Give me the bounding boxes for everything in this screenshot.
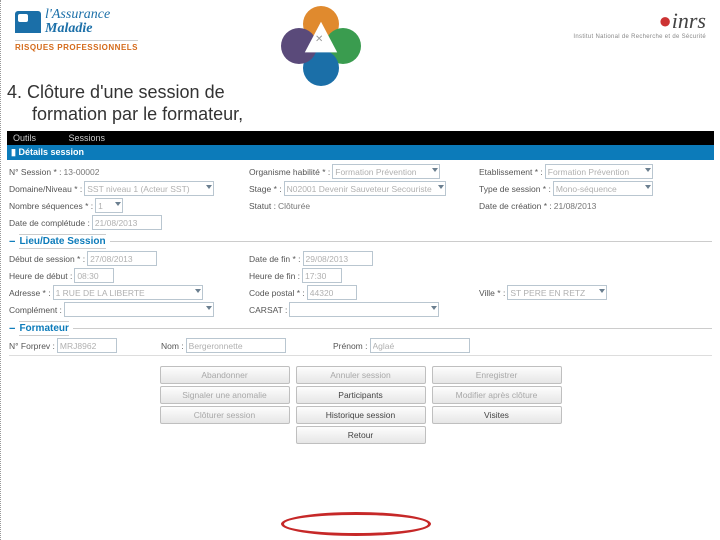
input-prenom[interactable] [370,338,470,353]
logo-assurance-maladie: l'Assurance Maladie RISQUES PROFESSIONNE… [15,8,138,52]
panel-details-title: ▮ Détails session [7,145,714,160]
toggle-lieu-section[interactable]: − [9,236,15,248]
lbl-nb-sequences: Nombre séquences * : [9,201,93,211]
lbl-prenom: Prénom : [333,341,368,351]
lbl-stage: Stage * : [249,184,282,194]
lbl-num-forprev: N° Forprev : [9,341,55,351]
input-heure-debut[interactable] [74,268,114,283]
logo-inrs: ●inrs Institut National de Recherche et … [573,8,706,40]
btn-retour[interactable]: Retour [296,426,426,444]
input-complement[interactable] [64,302,214,317]
lbl-date-creation: Date de création * : [479,201,552,211]
toggle-formateur-section[interactable]: − [9,323,15,335]
select-ville[interactable] [507,285,607,300]
brand-top: l'Assurance [45,8,110,22]
btn-modifier-apres-cloture[interactable]: Modifier après clôture [432,386,562,404]
highlight-circle [281,512,431,536]
lbl-date-fin: Date de fin * : [249,254,301,264]
select-domaine[interactable] [84,181,214,196]
brand-subtitle: RISQUES PROFESSIONNELS [15,40,138,52]
inrs-subtitle: Institut National de Recherche et de Séc… [573,34,706,40]
btn-enregistrer[interactable]: Enregistrer [432,366,562,384]
lbl-num-session: N° Session * : [9,167,62,177]
lbl-adresse: Adresse * : [9,288,51,298]
menu-sessions[interactable]: Sessions [69,133,106,143]
select-etablissement[interactable] [545,164,653,179]
input-nom[interactable] [186,338,286,353]
lbl-etablissement: Etablissement * : [479,167,543,177]
lbl-ville: Ville * : [479,288,505,298]
input-date-fin[interactable] [303,251,373,266]
btn-visites[interactable]: Visites [432,406,562,424]
select-type-session[interactable] [553,181,653,196]
app-window: Outils Sessions ▮ Détails session N° Ses… [7,131,714,450]
select-organisme[interactable] [332,164,440,179]
btn-signaler-anomalie[interactable]: Signaler une anomalie [160,386,290,404]
lbl-nom: Nom : [161,341,184,351]
lbl-complement: Complément : [9,305,62,315]
action-buttons: Abandonner Annuler session Enregistrer S… [146,366,576,444]
menubar: Outils Sessions [7,131,714,145]
input-debut-session[interactable] [87,251,157,266]
section-lieu-title: Lieu/Date Session [19,234,105,249]
val-statut: Clôturée [278,201,310,211]
lbl-domaine: Domaine/Niveau * : [9,184,82,194]
lbl-date-completude: Date de complétude : [9,218,90,228]
menu-outils[interactable]: Outils [13,133,36,143]
lbl-heure-debut: Heure de début : [9,271,72,281]
slide-title: 4. Clôture d'une session de formation pa… [1,80,720,129]
input-code-postal[interactable] [307,285,357,300]
section-formateur-title: Formateur [19,321,68,336]
center-flower-icon [281,6,361,86]
btn-participants[interactable]: Participants [296,386,426,404]
input-adresse[interactable] [53,285,203,300]
lbl-debut-session: Début de session * : [9,254,85,264]
input-heure-fin[interactable] [302,268,342,283]
lbl-type-session: Type de session * : [479,184,551,194]
slide-title-line2: formation par le formateur, [32,104,243,124]
slide-number: 4. [7,82,22,102]
val-date-creation: 21/08/2013 [554,201,597,211]
btn-cloturer-session[interactable]: Clôturer session [160,406,290,424]
select-stage[interactable] [284,181,446,196]
slide-title-line1: Clôture d'une session de [27,82,225,102]
lbl-statut: Statut : [249,201,276,211]
lbl-code-postal: Code postal * : [249,288,305,298]
lbl-heure-fin: Heure de fin : [249,271,300,281]
input-num-forprev[interactable] [57,338,117,353]
btn-historique-session[interactable]: Historique session [296,406,426,424]
am-icon [15,11,41,33]
lbl-organisme: Organisme habilité * : [249,167,330,177]
lbl-carsat: CARSAT : [249,305,287,315]
brand-bottom: Maladie [45,22,110,36]
input-date-completude[interactable] [92,215,162,230]
btn-annuler-session[interactable]: Annuler session [296,366,426,384]
inrs-text: inrs [672,8,706,33]
select-nb-sequences[interactable] [95,198,123,213]
btn-abandonner[interactable]: Abandonner [160,366,290,384]
val-num-session: 13-00002 [64,167,100,177]
select-carsat[interactable] [289,302,439,317]
